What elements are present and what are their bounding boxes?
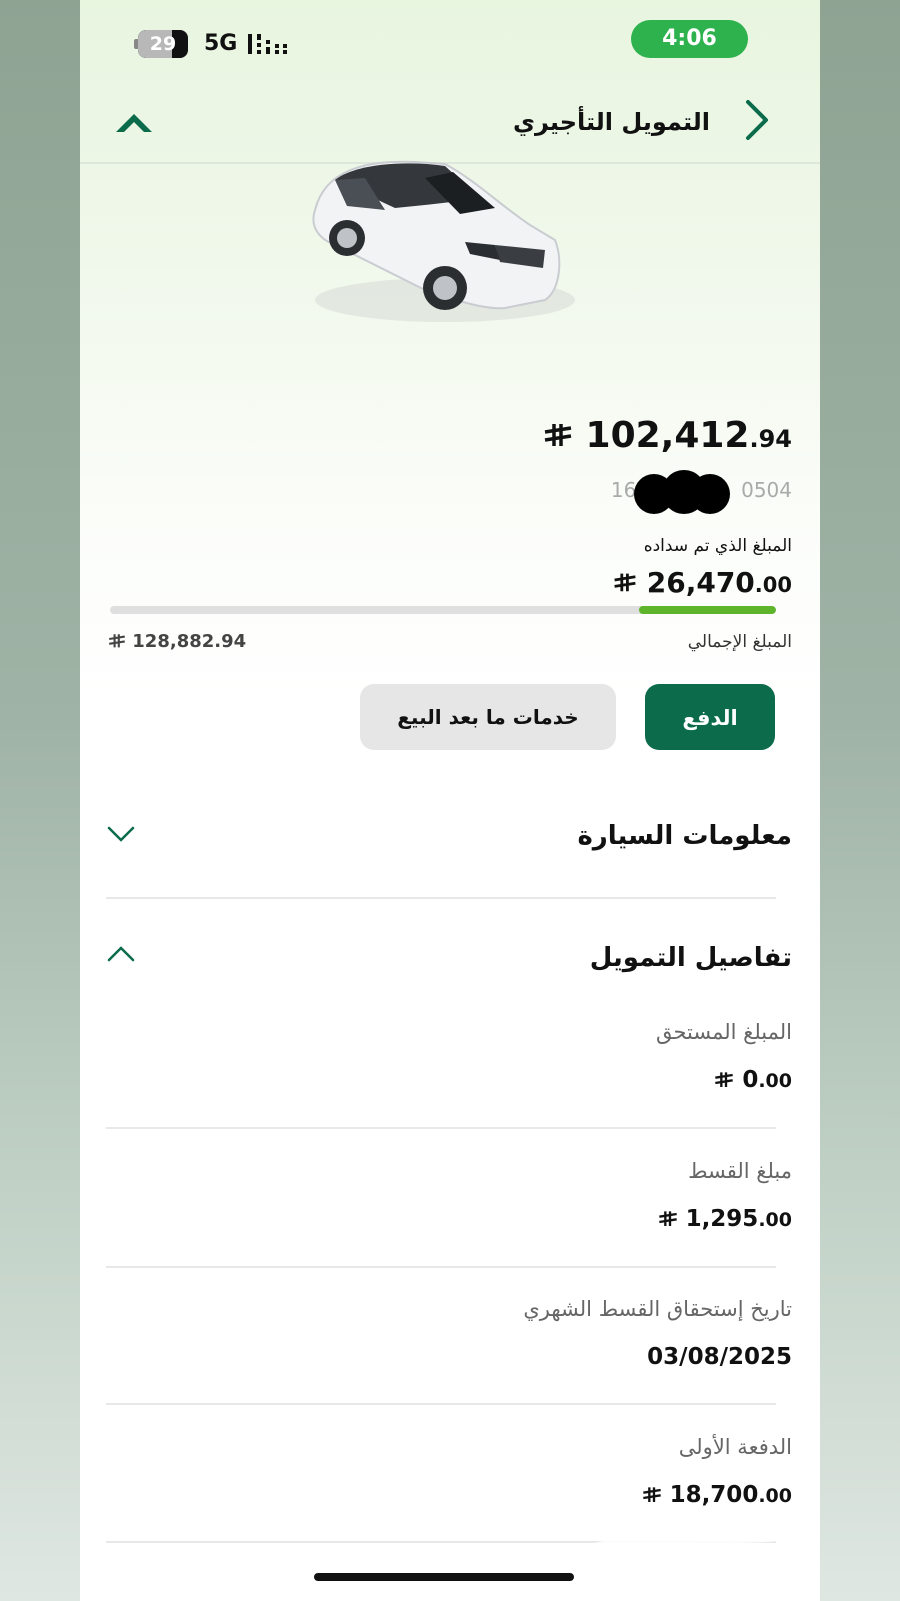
detail-value: 0.00 (714, 1063, 792, 1098)
watermark-logo (586, 1513, 794, 1552)
detail-label: المبلغ المستحق (655, 1020, 792, 1044)
remaining-amount-int: 102,412 (585, 415, 750, 456)
detail-label: الدفعة الأولى (678, 1435, 792, 1459)
battery-level: 29 (149, 33, 177, 55)
detail-value-date: 03/08/2025 (647, 1344, 792, 1370)
page-title: التمويل التأجيري (512, 108, 710, 136)
signal-icon (248, 34, 287, 54)
chevron-up-icon[interactable] (106, 944, 136, 964)
remaining-amount: 102,412.94 (543, 414, 792, 461)
battery-indicator: 29 (138, 30, 188, 58)
riyal-icon (109, 634, 125, 648)
back-chevron-icon[interactable] (740, 98, 774, 142)
detail-value: 03/08/2025 (647, 1340, 792, 1374)
after-sales-button[interactable]: خدمات ما بعد البيع (360, 684, 616, 750)
phone-screen: 29 5G 4:06 التمويل التأجيري 102,412.94 1… (80, 0, 820, 1601)
paid-amount: 26,470.00 (613, 564, 792, 604)
finance-details-section-title[interactable]: تفاصيل التمويل (590, 938, 792, 978)
remaining-amount-dec: .94 (749, 425, 792, 453)
collapse-up-icon[interactable] (114, 108, 154, 136)
divider (106, 897, 776, 899)
total-amount: 128,882.94 (108, 628, 246, 656)
payment-progress-bar (110, 606, 776, 614)
paid-label: المبلغ الذي تم سداده (643, 536, 792, 556)
status-time: 4:06 (631, 20, 748, 58)
paid-amount-dec: .00 (754, 573, 792, 597)
network-type: 5G (204, 31, 238, 56)
account-suffix: 0504 (741, 478, 792, 502)
detail-label: مبلغ القسط (688, 1159, 792, 1183)
riyal-icon (658, 1210, 677, 1226)
home-indicator[interactable] (314, 1573, 574, 1581)
divider (106, 1127, 776, 1129)
paid-amount-int: 26,470 (646, 566, 755, 599)
total-amount-value: 128,882.94 (132, 631, 247, 652)
riyal-icon (715, 1071, 734, 1087)
car-info-section-title[interactable]: معلومات السيارة (577, 816, 792, 856)
detail-value-dec: .00 (758, 1070, 792, 1092)
detail-value: 1,295.00 (658, 1202, 792, 1237)
detail-value-int: 1,295 (685, 1206, 759, 1232)
redaction-mark (634, 470, 730, 514)
detail-value-dec: .00 (758, 1209, 792, 1231)
payment-progress-fill (639, 606, 776, 614)
divider (106, 1266, 776, 1268)
riyal-icon (544, 424, 572, 446)
pay-button[interactable]: الدفع (645, 684, 775, 750)
chevron-down-icon[interactable] (106, 824, 136, 844)
car-image (312, 160, 575, 322)
divider (106, 1403, 776, 1405)
total-label: المبلغ الإجمالي (687, 632, 792, 652)
detail-label: تاريخ إستحقاق القسط الشهري (523, 1297, 792, 1321)
detail-value-int: 0 (742, 1067, 759, 1093)
riyal-icon (614, 573, 636, 592)
